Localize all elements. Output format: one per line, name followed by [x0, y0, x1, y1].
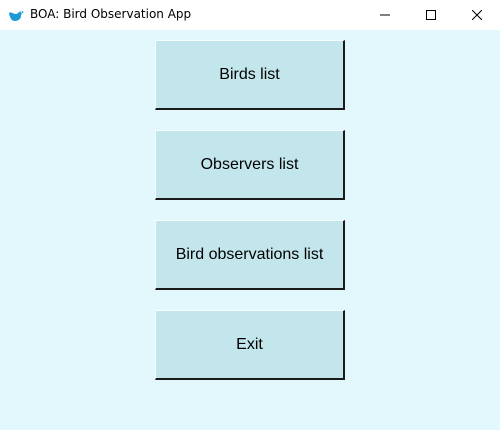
close-button[interactable] — [454, 0, 500, 30]
bird-icon — [8, 7, 24, 23]
main-menu: Birds list Observers list Bird observati… — [0, 30, 500, 430]
birds-list-button[interactable]: Birds list — [155, 40, 345, 110]
minimize-icon — [380, 10, 390, 20]
observers-list-button[interactable]: Observers list — [155, 130, 345, 200]
bird-observations-list-button[interactable]: Bird observations list — [155, 220, 345, 290]
app-window: BOA: Bird Observation App Birds list Obs… — [0, 0, 500, 430]
maximize-icon — [426, 10, 436, 20]
title-bar[interactable]: BOA: Bird Observation App — [0, 0, 500, 30]
minimize-button[interactable] — [362, 0, 408, 30]
close-icon — [472, 10, 482, 20]
window-title: BOA: Bird Observation App — [30, 7, 192, 21]
exit-button[interactable]: Exit — [155, 310, 345, 380]
maximize-button[interactable] — [408, 0, 454, 30]
